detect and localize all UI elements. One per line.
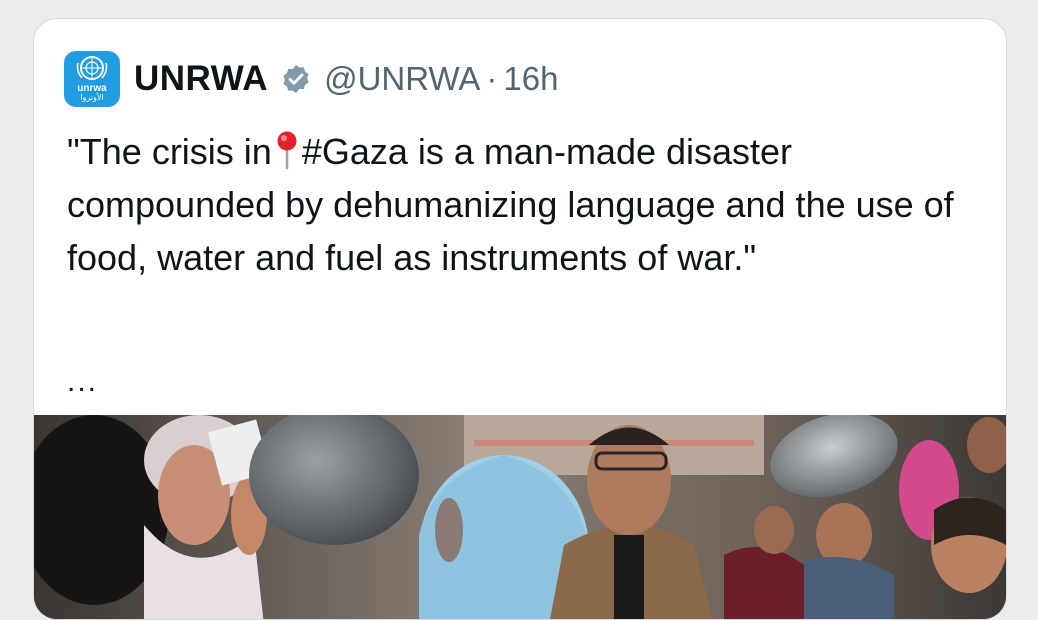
tweet-header: unrwa الأونروا UNRWA @UNRWA · 16h: [64, 49, 558, 109]
avatar-logo-text-arabic: الأونروا: [80, 93, 104, 102]
avatar[interactable]: unrwa الأونروا: [64, 51, 120, 107]
author-handle[interactable]: @UNRWA: [324, 60, 480, 98]
show-more-ellipsis[interactable]: ...: [67, 365, 98, 399]
round-pushpin-icon: [277, 131, 297, 170]
tweet-text: "The crisis in #Gaza is a man-made disas…: [67, 125, 987, 284]
tweet-card[interactable]: unrwa الأونروا UNRWA @UNRWA · 16h "The c…: [33, 18, 1007, 620]
tweet-media-photo[interactable]: [34, 415, 1006, 619]
verified-badge-icon: [283, 65, 309, 93]
author-name[interactable]: UNRWA: [134, 59, 268, 99]
photo-people-with-pots: [34, 415, 1006, 619]
tweet-text-part1: "The crisis in: [67, 131, 272, 172]
tweet-timestamp[interactable]: 16h: [503, 60, 558, 98]
separator-dot: ·: [486, 60, 498, 97]
